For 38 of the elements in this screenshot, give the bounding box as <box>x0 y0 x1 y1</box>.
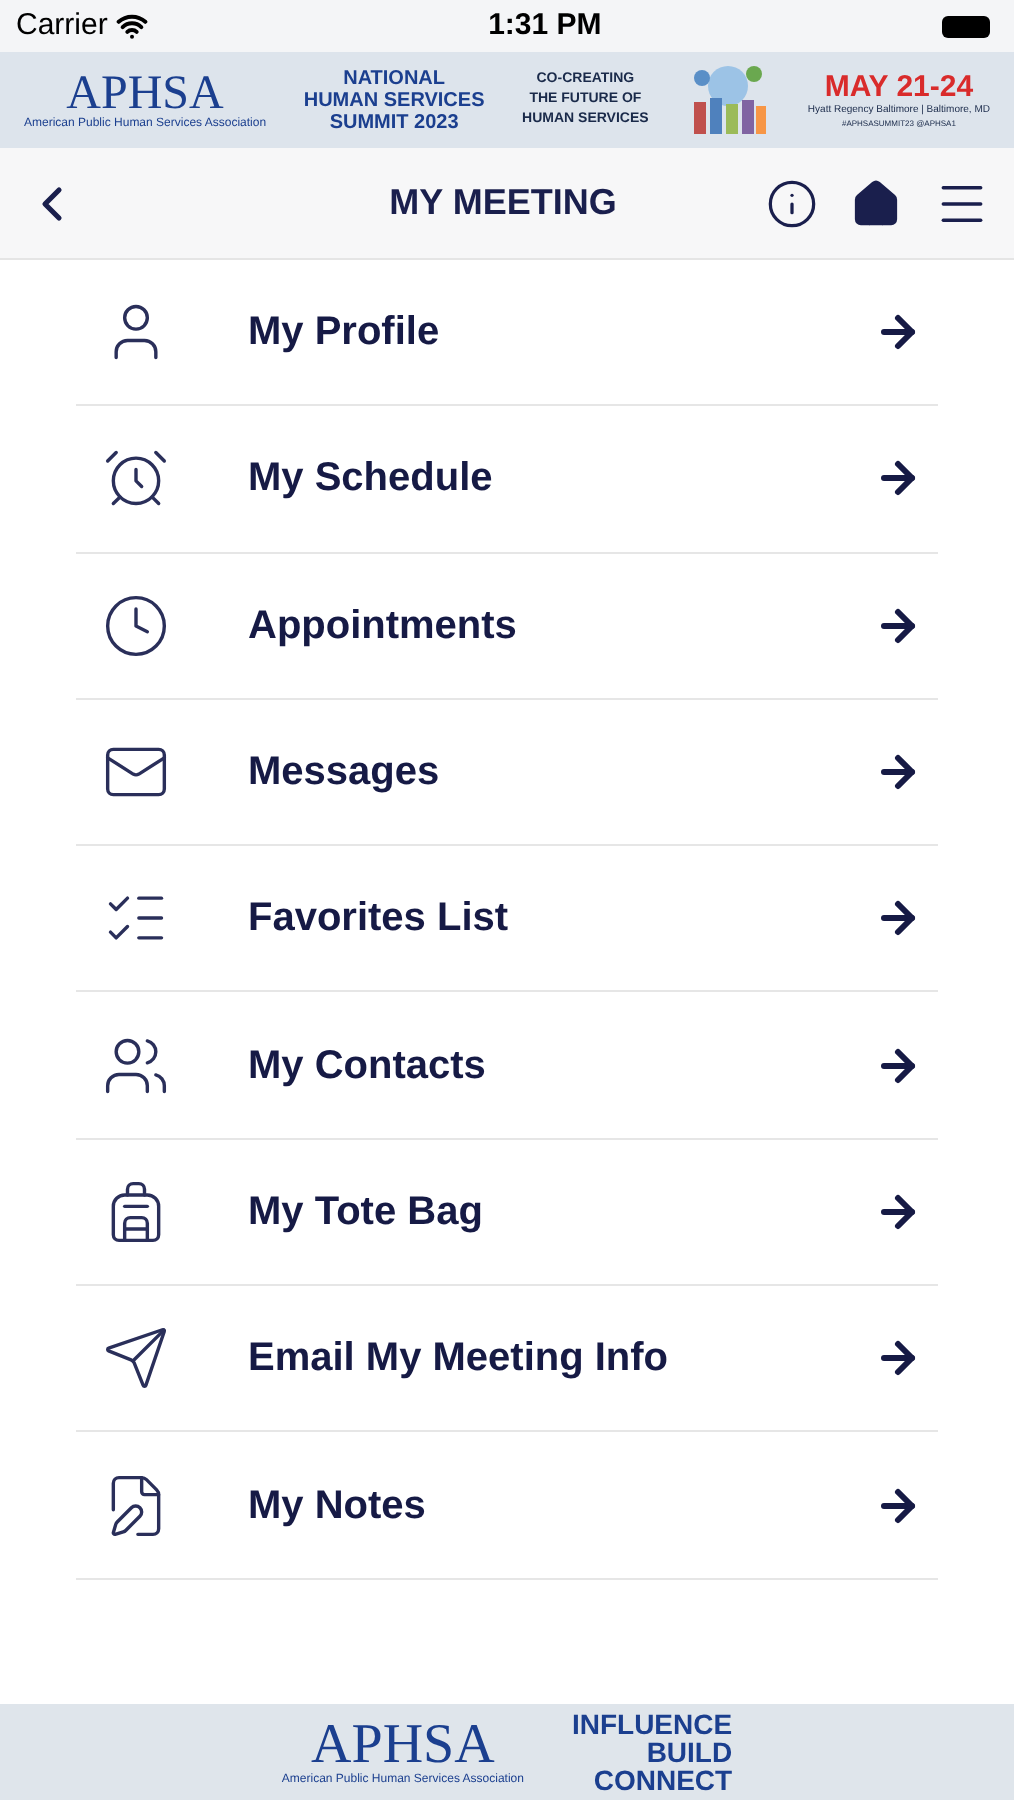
menu-item[interactable]: My Schedule <box>76 406 938 554</box>
battery-icon <box>941 15 990 37</box>
menu-label: Email My Meeting Info <box>248 1334 671 1385</box>
info-icon <box>766 177 818 229</box>
clock-icon <box>102 591 170 660</box>
home-icon <box>850 177 902 229</box>
menu-label: My Notes <box>248 1481 428 1532</box>
menu-item[interactable]: Messages <box>76 699 938 847</box>
menu-label: Favorites List <box>248 894 511 945</box>
info-button[interactable] <box>766 177 818 229</box>
wifi-icon <box>115 10 148 42</box>
carrier-label: Carrier <box>16 5 108 46</box>
menu-label: My Tote Bag <box>248 1187 485 1238</box>
footer-slogan-line: INFLUENCE <box>571 1710 733 1738</box>
footer-slogan-line: BUILD <box>646 1738 733 1766</box>
page-title: MY MEETING <box>387 180 619 226</box>
menu-item[interactable]: My Profile <box>76 260 938 407</box>
menu-label: Messages <box>248 748 442 799</box>
banner-logo: APHSA <box>66 69 224 117</box>
menu-item[interactable]: Email My Meeting Info <box>76 1286 938 1433</box>
menu-label: Appointments <box>248 601 519 652</box>
banner-dates: MAY 21-24 <box>824 71 974 103</box>
menu-item[interactable]: My Contacts <box>76 992 938 1140</box>
footer-slogan-line: CONNECT <box>593 1766 733 1794</box>
banner-title-line: HUMAN SERVICES <box>303 89 485 111</box>
menu-label: My Contacts <box>248 1041 488 1092</box>
menu-item[interactable]: Favorites List <box>76 846 938 993</box>
home-button[interactable] <box>850 177 902 229</box>
menu-item[interactable]: Appointments <box>76 553 938 700</box>
menu-item[interactable]: My Notes <box>76 1432 938 1580</box>
footer-logo: APHSA <box>311 1717 495 1773</box>
menu-item[interactable]: My Tote Bag <box>76 1139 938 1287</box>
banner-title-line: NATIONAL <box>343 67 446 89</box>
menu-label: My Profile <box>248 308 442 359</box>
status-time: 1:31 PM <box>488 5 602 46</box>
send-icon <box>102 1324 170 1393</box>
banner-title-line: SUMMIT 2023 <box>329 111 459 133</box>
menu-label: My Schedule <box>248 454 495 505</box>
